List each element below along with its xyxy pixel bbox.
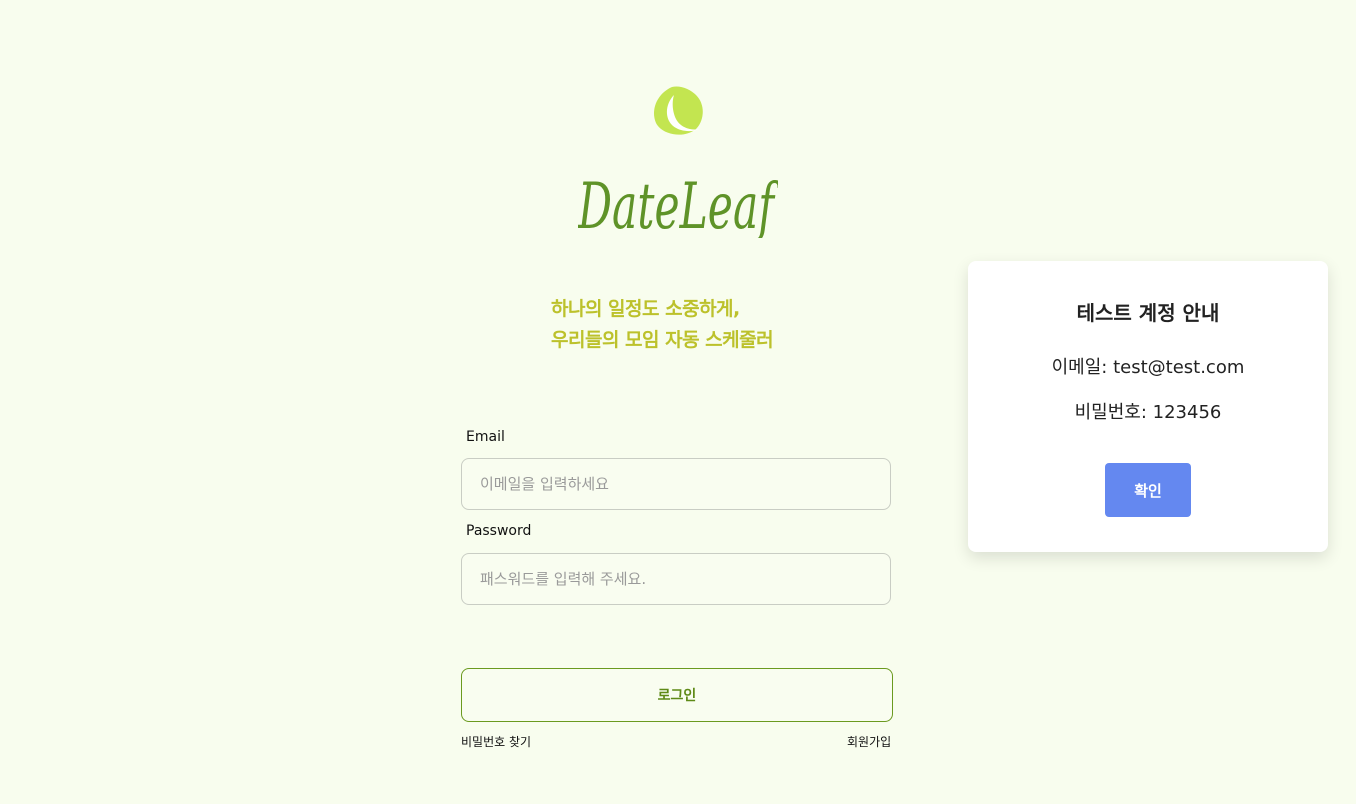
password-input[interactable] [461,553,891,605]
confirm-button[interactable]: 확인 [1105,463,1191,517]
dateleaf-logo: DateLeaf [578,170,778,238]
tagline-line-1: 하나의 일정도 소중하게, [551,298,740,320]
signup-link[interactable]: 회원가입 [847,733,891,750]
find-password-link[interactable]: 비밀번호 찾기 [461,733,531,750]
email-label: Email [466,429,505,445]
tagline: 하나의 일정도 소중하게, 우리들의 모임 자동 스케줄러 [551,294,851,356]
tagline-line-2: 우리들의 모임 자동 스케줄러 [551,329,774,351]
leaf-logo-icon [653,86,703,135]
logo-wordmark-text: DateLeaf [578,170,778,238]
password-label: Password [466,523,532,539]
modal-title: 테스트 계정 안내 [1076,301,1220,325]
login-button[interactable]: 로그인 [461,668,893,722]
test-account-modal: 테스트 계정 안내 이메일: test@test.com 비밀번호: 12345… [968,261,1328,552]
test-email-text: 이메일: test@test.com [1051,357,1245,378]
email-input[interactable] [461,458,891,510]
test-password-text: 비밀번호: 123456 [1074,402,1222,423]
